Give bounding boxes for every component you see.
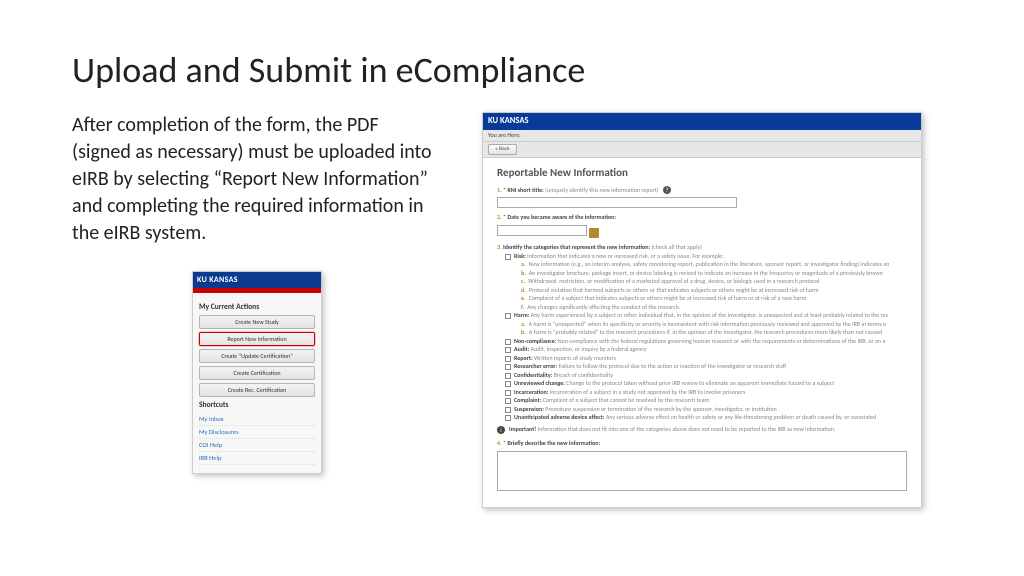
checkbox-category[interactable] [505, 390, 511, 396]
risk-key: Risk: [514, 252, 526, 260]
category-row: Report: Written reports of study monitor… [505, 355, 907, 363]
question-3: 3. Identify the categories that represen… [497, 244, 907, 434]
action-create-new-study[interactable]: Create New Study [199, 315, 315, 329]
checkbox-category[interactable] [505, 339, 511, 345]
shortcut-my-inbox[interactable]: My Inbox [199, 413, 315, 426]
checkbox-category[interactable] [505, 415, 511, 421]
risk-subitem: d.Protocol violation that harmed subject… [521, 287, 907, 295]
panel-section-actions: My Current Actions [199, 303, 315, 312]
q1-label: RNI short title: [507, 186, 543, 194]
breadcrumb-label: You are Here: [488, 132, 521, 140]
checkbox-category[interactable] [505, 364, 511, 370]
panel-brand: KU KANSAS [193, 272, 321, 288]
question-4: 4. * Briefly describe the new informatio… [497, 440, 907, 492]
category-row: Confidentiality: Breach of confidentiali… [505, 372, 907, 380]
sidebar-panel-screenshot: KU KANSAS My Current Actions Create New … [192, 271, 322, 474]
action-report-new-information[interactable]: Report New Information [199, 332, 315, 346]
action-create-certification[interactable]: Create Certification [199, 366, 315, 380]
checkbox-category[interactable] [505, 373, 511, 379]
harm-key: Harm: [514, 311, 529, 319]
q3-label: Identify the categories that represent t… [503, 243, 650, 251]
shortcut-my-disclosures[interactable]: My Disclosures [199, 426, 315, 439]
checkbox-category[interactable] [505, 398, 511, 404]
rni-form-screenshot: KU KANSAS You are Here: « Back Reportabl… [482, 112, 922, 508]
question-2: 2. * Date you became aware of the inform… [497, 214, 907, 238]
risk-subitem: e.Complaint of a subject that indicates … [521, 295, 907, 303]
q3-hint: (check all that apply) [651, 243, 702, 251]
page-title: Upload and Submit in eCompliance [72, 48, 952, 92]
category-row: Audit: Audit, inspection, or inquiry by … [505, 346, 907, 354]
risk-subitem: c.Withdrawal, restriction, or modificati… [521, 278, 907, 286]
q1-hint: (uniquely identify this new information … [545, 186, 658, 194]
important-label: Important! [509, 425, 536, 433]
category-row: Incarceration: Incarceration of a subjec… [505, 389, 907, 397]
risk-subitem: a.New information (e.g., an interim anal… [521, 261, 907, 269]
category-row: Suspension: Premature suspension or term… [505, 406, 907, 414]
risk-subitem: b.An investigator brochure, package inse… [521, 270, 907, 278]
category-row: Unanticipated adverse device effect: Any… [505, 414, 907, 422]
calendar-icon[interactable] [589, 228, 599, 238]
describe-information-textarea[interactable] [497, 451, 907, 491]
category-row: Complaint: Complaint of a subject that c… [505, 397, 907, 405]
question-1: 1. * RNI short title: (uniquely identify… [497, 186, 907, 209]
checkbox-category[interactable] [505, 347, 511, 353]
harm-subitem: a.A harm is “unexpected” when its specif… [521, 321, 907, 329]
date-aware-input[interactable] [497, 225, 587, 236]
checkbox-category[interactable] [505, 356, 511, 362]
action-create-update-certification[interactable]: Create “Update Certification” [199, 349, 315, 363]
harm-subitem: b.A harm is “probably related” to the re… [521, 329, 907, 337]
category-row: Researcher error: Failure to follow the … [505, 363, 907, 371]
q2-label: Date you became aware of the information… [507, 213, 616, 221]
action-create-rec-certification[interactable]: Create Rec. Certification [199, 383, 315, 397]
help-icon[interactable]: ? [663, 186, 671, 194]
harm-text: Any harm experienced by a subject or oth… [531, 311, 888, 319]
panel-section-shortcuts: Shortcuts [199, 401, 315, 410]
form-heading: Reportable New Information [497, 166, 907, 180]
rni-short-title-input[interactable] [497, 197, 737, 208]
form-brand: KU KANSAS [483, 113, 921, 130]
checkbox-harm[interactable] [505, 313, 511, 319]
checkbox-category[interactable] [505, 407, 511, 413]
category-row: Non-compliance: Non-compliance with the … [505, 338, 907, 346]
risk-text: Information that indicates a new or incr… [527, 252, 724, 260]
instructions-text: After completion of the form, the PDF (s… [72, 112, 442, 247]
checkbox-category[interactable] [505, 381, 511, 387]
shortcut-irb-help[interactable]: IRB Help [199, 452, 315, 465]
shortcut-coi-help[interactable]: COI Help [199, 439, 315, 452]
checkbox-risk[interactable] [505, 254, 511, 260]
risk-subitem: f.Any changes significantly affecting th… [521, 304, 907, 312]
q4-label: Briefly describe the new information: [507, 439, 600, 447]
back-button[interactable]: « Back [488, 144, 517, 155]
category-row: Unreviewed change: Change to the protoco… [505, 380, 907, 388]
info-icon: i [497, 426, 505, 434]
important-text: Information that does not fit into one o… [538, 425, 836, 433]
